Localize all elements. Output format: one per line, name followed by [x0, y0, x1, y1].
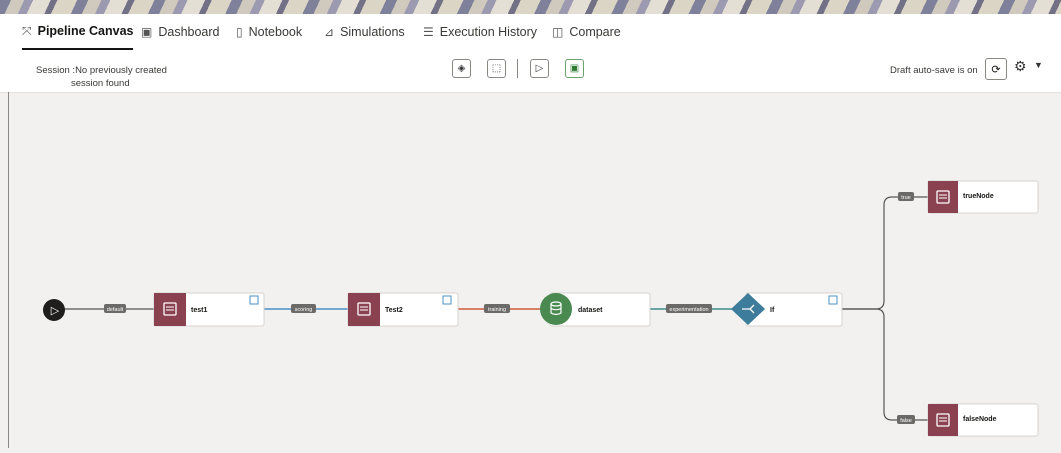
node-truenode[interactable]: trueNode [927, 180, 1039, 214]
session-status-line1: Session :No previously created [36, 65, 167, 76]
autosave-status: Draft auto-save is on [890, 65, 978, 76]
clear-canvas-button[interactable]: ◈ [452, 59, 471, 78]
edge-label-false[interactable]: false [897, 415, 915, 424]
edge-true-line [842, 196, 928, 310]
select-icon: ⬚ [491, 63, 502, 74]
edge-label-text: scoring [295, 307, 313, 313]
settings-menu-toggle[interactable]: ▼ [1034, 60, 1043, 70]
play-icon: ▷ [51, 305, 60, 317]
tab-notebook[interactable]: ▯ Notebook [236, 14, 302, 50]
tab-dashboard[interactable]: ▣ Dashboard [141, 14, 220, 50]
save-button[interactable]: ▣ [565, 59, 584, 78]
notebook-icon: ▯ [236, 25, 243, 39]
node-test1[interactable]: test1 [153, 292, 265, 327]
tab-bar: ⤧ Pipeline Canvas ▣ Dashboard ▯ Notebook… [0, 14, 1061, 53]
edge-label-text: false [900, 418, 912, 424]
header-banner [0, 0, 1061, 14]
node-label: dataset [578, 307, 603, 314]
node-falsenode[interactable]: falseNode [927, 403, 1039, 437]
node-label: test1 [191, 307, 207, 314]
refresh-icon: ⟳ [991, 63, 1001, 76]
tab-label: Execution History [439, 25, 538, 39]
chevron-down-icon: ▼ [1034, 60, 1043, 70]
node-label: Test2 [385, 307, 403, 314]
dashboard-icon: ▣ [141, 25, 153, 39]
tab-label: Compare [569, 25, 621, 39]
tab-label: Simulations [340, 25, 405, 39]
edge-label-text: experimentation [669, 307, 708, 313]
settings-button[interactable]: ⚙ [1014, 58, 1027, 75]
session-status-line2: session found [71, 78, 130, 89]
run-button[interactable]: ▷ [530, 59, 549, 78]
pipeline-icon: ⤧ [22, 23, 32, 38]
edge-label-text: true [901, 195, 910, 201]
tab-label: Pipeline Canvas [37, 24, 134, 38]
edge-label-scoring[interactable]: scoring [291, 304, 316, 313]
tab-label: Notebook [248, 25, 303, 39]
session-status: Session :No previously created session f… [36, 64, 167, 90]
tab-execution-history[interactable]: ☰ Execution History [423, 14, 537, 50]
start-node[interactable]: ▷ [43, 299, 65, 321]
play-icon: ▷ [535, 63, 544, 74]
edge-label-text: default [107, 307, 124, 313]
edge-label-default[interactable]: default [104, 304, 126, 313]
node-label: If [770, 307, 775, 314]
eraser-icon: ◈ [457, 63, 466, 74]
pipeline-canvas[interactable]: default scoring training experimentation… [0, 92, 1061, 448]
edge-label-text: training [488, 307, 506, 313]
select-node-button[interactable]: ⬚ [487, 59, 506, 78]
execution-history-icon: ☰ [423, 25, 434, 39]
tab-simulations[interactable]: ⊿ Simulations [324, 14, 405, 50]
compare-icon: ◫ [552, 25, 564, 39]
tab-label: Dashboard [158, 25, 220, 39]
edge-label-true[interactable]: true [898, 192, 914, 201]
node-label: trueNode [963, 193, 994, 200]
canvas-toolbar: Session :No previously created session f… [0, 52, 1061, 93]
node-label: falseNode [963, 416, 997, 423]
tab-compare[interactable]: ◫ Compare [552, 14, 621, 50]
edge-label-training[interactable]: training [484, 304, 510, 313]
edge-label-experimentation[interactable]: experimentation [666, 304, 712, 313]
tab-pipeline-canvas[interactable]: ⤧ Pipeline Canvas [22, 14, 134, 50]
refresh-button[interactable]: ⟳ [985, 58, 1007, 80]
node-dataset[interactable]: dataset [540, 292, 651, 327]
toolbar-divider [517, 59, 518, 78]
save-icon: ▣ [569, 63, 580, 74]
gear-icon: ⚙ [1014, 58, 1027, 74]
node-if[interactable]: If [731, 292, 843, 327]
simulations-icon: ⊿ [324, 25, 335, 39]
node-test2[interactable]: Test2 [347, 292, 459, 327]
edge-false-line [842, 308, 928, 421]
